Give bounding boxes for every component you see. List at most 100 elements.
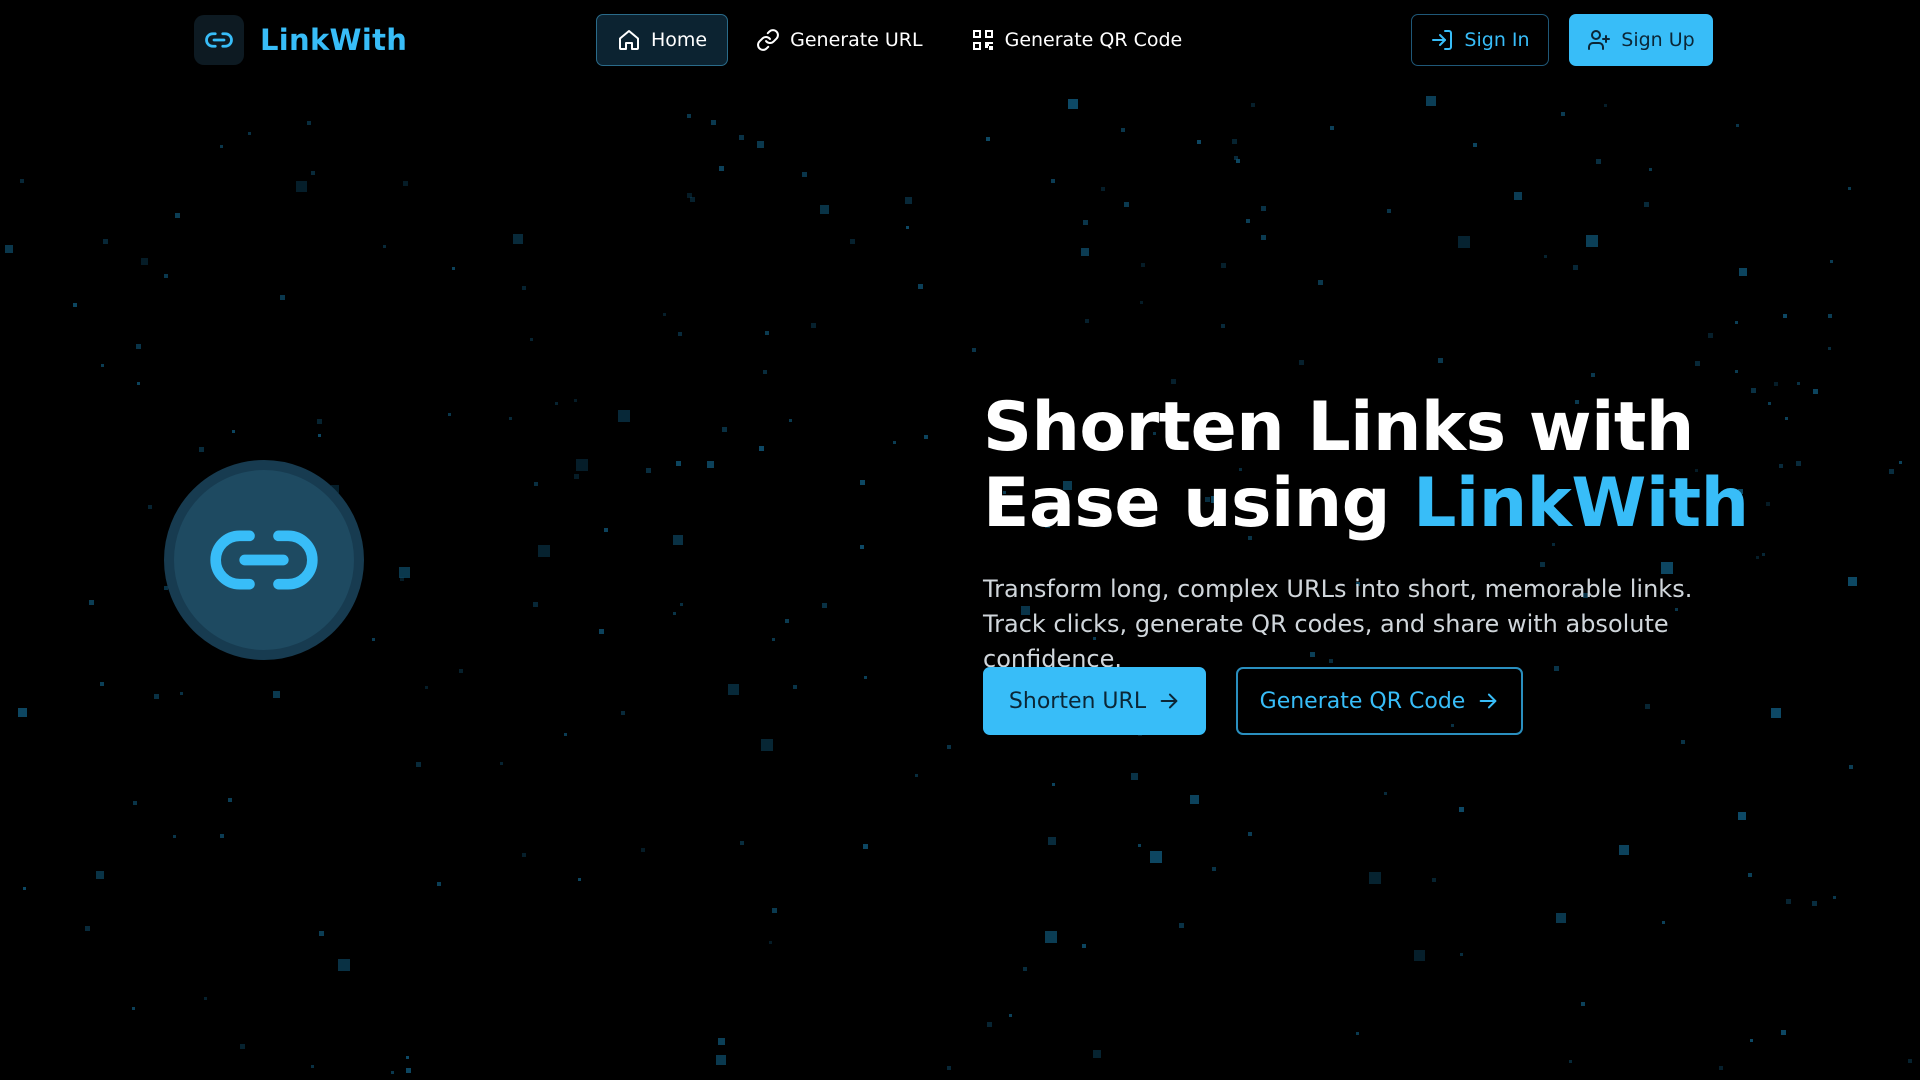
particle xyxy=(154,694,159,699)
particle xyxy=(137,382,140,385)
particle xyxy=(1828,347,1831,350)
particle xyxy=(437,882,441,886)
particle xyxy=(1739,268,1747,276)
particle xyxy=(1573,265,1578,270)
nav-item-generate-url[interactable]: Generate URL xyxy=(736,14,942,66)
particle xyxy=(148,505,152,509)
sign-up-button[interactable]: Sign Up xyxy=(1569,14,1713,66)
particle xyxy=(459,669,463,673)
particle xyxy=(673,535,683,545)
nav-item-home[interactable]: Home xyxy=(596,14,729,66)
particle xyxy=(1124,202,1129,207)
shorten-url-button[interactable]: Shorten URL xyxy=(983,667,1206,735)
particle xyxy=(1908,1059,1912,1063)
particle xyxy=(574,399,577,402)
particle xyxy=(716,1055,726,1065)
particle xyxy=(893,441,896,444)
particle xyxy=(534,482,538,486)
particle xyxy=(1473,143,1477,147)
particle xyxy=(707,461,714,468)
particle xyxy=(1179,923,1184,928)
particle xyxy=(452,267,455,270)
brand-logo[interactable]: LinkWith xyxy=(194,15,407,65)
particle xyxy=(906,226,909,229)
particle xyxy=(141,258,148,265)
particle xyxy=(372,638,375,641)
particle xyxy=(338,959,350,971)
particle xyxy=(1768,402,1771,405)
particle xyxy=(425,686,428,689)
particle xyxy=(1101,187,1105,191)
particle xyxy=(793,685,797,689)
particle xyxy=(1081,248,1089,256)
particle xyxy=(311,1065,314,1068)
particle xyxy=(319,931,324,936)
particle xyxy=(765,331,769,335)
particle xyxy=(789,419,792,422)
particle xyxy=(947,1066,951,1070)
particle xyxy=(1221,324,1225,328)
particle xyxy=(1899,461,1902,464)
particle xyxy=(530,338,533,341)
particle xyxy=(1085,319,1089,323)
particle xyxy=(761,739,773,751)
particle xyxy=(307,121,311,125)
sign-in-label: Sign In xyxy=(1464,29,1530,51)
particle xyxy=(1384,792,1387,795)
particle xyxy=(1052,783,1055,786)
particle xyxy=(1604,104,1607,107)
hero-subtitle: Transform long, complex URLs into short,… xyxy=(983,575,1693,673)
nav-item-label: Home xyxy=(651,29,708,51)
particle xyxy=(820,205,829,214)
particle xyxy=(1681,740,1685,744)
particle xyxy=(1426,96,1436,106)
arrow-right-icon xyxy=(1158,690,1180,712)
particle xyxy=(811,323,816,328)
particle xyxy=(383,245,386,248)
particle xyxy=(513,234,523,244)
sign-in-button[interactable]: Sign In xyxy=(1411,14,1549,66)
particle xyxy=(500,762,503,765)
particle xyxy=(1459,807,1464,812)
particle xyxy=(232,430,235,433)
particle xyxy=(822,603,827,608)
particle xyxy=(850,239,855,244)
particle xyxy=(663,313,666,316)
particle xyxy=(785,619,789,623)
particle xyxy=(1830,260,1833,263)
particle xyxy=(1212,867,1216,871)
hero-content: Shorten Links with Ease using LinkWith T… xyxy=(983,390,1749,677)
particle xyxy=(1695,361,1700,366)
nav-item-generate-qr-code[interactable]: Generate QR Code xyxy=(951,14,1203,66)
particle xyxy=(1261,206,1266,211)
particle xyxy=(1458,236,1470,248)
particle xyxy=(1121,128,1125,132)
particle xyxy=(248,132,251,135)
user-plus-icon xyxy=(1587,28,1611,52)
nav-links: Home Generate URL Generate QR Code xyxy=(596,14,1210,66)
particle xyxy=(1751,388,1756,393)
particle xyxy=(972,348,976,352)
particle xyxy=(173,835,176,838)
particle xyxy=(1781,1030,1786,1035)
particle xyxy=(1261,235,1266,240)
shorten-url-label: Shorten URL xyxy=(1008,688,1147,714)
particle xyxy=(1318,280,1323,285)
particle xyxy=(1251,103,1255,107)
particle xyxy=(100,682,104,686)
particle xyxy=(918,284,923,289)
particle xyxy=(273,691,280,698)
particle xyxy=(860,480,865,485)
page: LinkWith Home Generate URL Generate QR C… xyxy=(0,0,1920,1080)
particle xyxy=(509,417,512,420)
particle xyxy=(1150,851,1162,863)
particle xyxy=(406,1056,409,1059)
generate-qr-code-button[interactable]: Generate QR Code xyxy=(1236,667,1523,735)
qr-code-icon xyxy=(971,28,995,52)
particle xyxy=(1783,314,1787,318)
particle xyxy=(772,638,775,641)
particle xyxy=(1299,360,1304,365)
particle xyxy=(860,545,864,549)
particle xyxy=(1619,845,1629,855)
particle xyxy=(1779,464,1783,468)
